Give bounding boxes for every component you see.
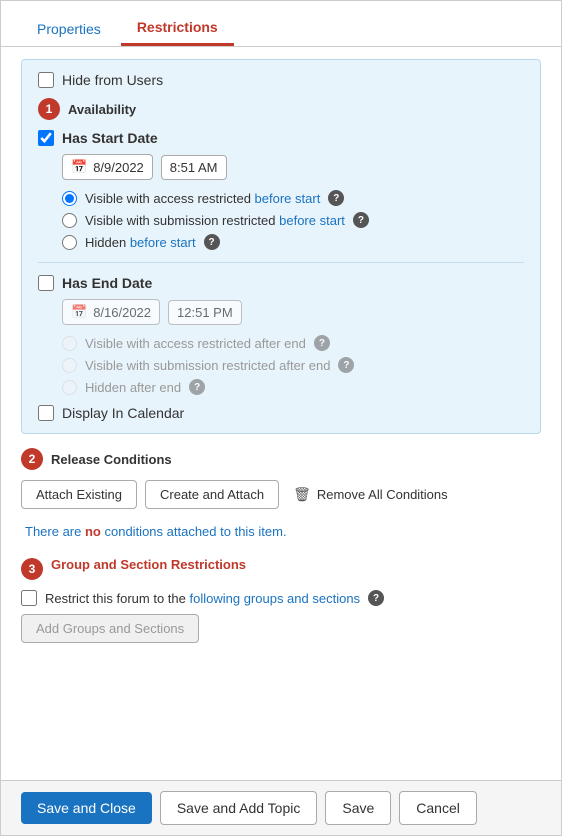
availability-title: Availability bbox=[68, 102, 136, 117]
has-end-date-row: Has End Date bbox=[38, 275, 524, 291]
conditions-message: There are no conditions attached to this… bbox=[21, 519, 541, 543]
create-and-attach-button[interactable]: Create and Attach bbox=[145, 480, 279, 509]
availability-section-header: 1 Availability bbox=[38, 98, 524, 120]
start-option-1-link: before start bbox=[255, 191, 321, 206]
release-conditions-section: 2 Release Conditions Attach Existing Cre… bbox=[21, 448, 541, 543]
end-option-1-link: after end bbox=[255, 336, 306, 351]
end-option-3-row: Hidden after end ? bbox=[62, 379, 524, 395]
tabs-bar: Properties Restrictions bbox=[1, 1, 561, 47]
start-option-1-label: Visible with access restricted before st… bbox=[85, 191, 320, 206]
start-option-3-row: Hidden before start ? bbox=[62, 234, 524, 250]
section-badge-1: 1 bbox=[38, 98, 60, 120]
group-section-title: Group and Section Restrictions bbox=[51, 557, 246, 572]
release-conditions-header: 2 Release Conditions bbox=[21, 448, 541, 470]
has-start-date-row: Has Start Date bbox=[38, 130, 524, 146]
end-date-input[interactable]: 📅 8/16/2022 bbox=[62, 299, 160, 325]
start-option-2-radio[interactable] bbox=[62, 213, 77, 228]
footer-bar: Save and Close Save and Add Topic Save C… bbox=[1, 780, 561, 835]
section-badge-2: 2 bbox=[21, 448, 43, 470]
restrict-row: Restrict this forum to the following gro… bbox=[21, 590, 541, 606]
start-option-1-row: Visible with access restricted before st… bbox=[62, 190, 524, 206]
group-section-restrictions: 3 Group and Section Restrictions Restric… bbox=[21, 557, 541, 643]
availability-block: Hide from Users 1 Availability Has Start… bbox=[21, 59, 541, 434]
end-option-1-help-icon[interactable]: ? bbox=[314, 335, 330, 351]
has-end-date-checkbox[interactable] bbox=[38, 275, 54, 291]
has-end-date-label: Has End Date bbox=[62, 275, 152, 291]
has-start-date-label: Has Start Date bbox=[62, 130, 158, 146]
conditions-message-text: There are no conditions attached to this… bbox=[25, 524, 287, 539]
tab-properties[interactable]: Properties bbox=[21, 11, 117, 46]
restrict-forum-help-icon[interactable]: ? bbox=[368, 590, 384, 606]
save-and-add-topic-button[interactable]: Save and Add Topic bbox=[160, 791, 318, 825]
end-option-3-help-icon[interactable]: ? bbox=[189, 379, 205, 395]
restrict-forum-label: Restrict this forum to the following gro… bbox=[45, 591, 360, 606]
end-option-1-label: Visible with access restricted after end bbox=[85, 336, 306, 351]
has-start-date-checkbox[interactable] bbox=[38, 130, 54, 146]
end-option-3-label: Hidden after end bbox=[85, 380, 181, 395]
start-option-2-help-icon[interactable]: ? bbox=[353, 212, 369, 228]
start-date-value: 8/9/2022 bbox=[93, 160, 144, 175]
end-date-row: 📅 8/16/2022 12:51 PM bbox=[62, 299, 524, 325]
start-end-divider bbox=[38, 262, 524, 263]
release-conditions-title: Release Conditions bbox=[51, 452, 172, 467]
group-section-header: 3 Group and Section Restrictions bbox=[21, 557, 541, 580]
end-time-input[interactable]: 12:51 PM bbox=[168, 300, 242, 325]
start-option-2-row: Visible with submission restricted befor… bbox=[62, 212, 524, 228]
remove-all-conditions-button[interactable]: 🗑 Remove All Conditions bbox=[287, 482, 454, 507]
hide-from-users-row: Hide from Users bbox=[38, 72, 524, 88]
end-option-3-radio[interactable] bbox=[62, 380, 77, 395]
end-option-1-radio[interactable] bbox=[62, 336, 77, 351]
calendar-icon-end: 📅 bbox=[71, 304, 87, 320]
remove-all-label: Remove All Conditions bbox=[317, 487, 448, 502]
start-option-1-help-icon[interactable]: ? bbox=[328, 190, 344, 206]
end-option-1-row: Visible with access restricted after end… bbox=[62, 335, 524, 351]
cancel-button[interactable]: Cancel bbox=[399, 791, 477, 825]
display-in-calendar-label: Display In Calendar bbox=[62, 405, 184, 421]
save-button[interactable]: Save bbox=[325, 791, 391, 825]
attach-existing-button[interactable]: Attach Existing bbox=[21, 480, 137, 509]
main-content: Hide from Users 1 Availability Has Start… bbox=[1, 47, 561, 780]
end-option-3-link: after end bbox=[130, 380, 181, 395]
save-and-close-button[interactable]: Save and Close bbox=[21, 792, 152, 824]
end-time-value: 12:51 PM bbox=[177, 305, 233, 320]
end-date-value: 8/16/2022 bbox=[93, 305, 151, 320]
start-option-2-label: Visible with submission restricted befor… bbox=[85, 213, 345, 228]
restrict-forum-link: following groups and sections bbox=[190, 591, 361, 606]
add-groups-button[interactable]: Add Groups and Sections bbox=[21, 614, 199, 643]
start-date-row: 📅 8/9/2022 8:51 AM bbox=[62, 154, 524, 180]
calendar-icon-start: 📅 bbox=[71, 159, 87, 175]
start-option-3-link: before start bbox=[130, 235, 196, 250]
start-option-3-help-icon[interactable]: ? bbox=[204, 234, 220, 250]
no-text: no bbox=[85, 524, 101, 539]
hide-from-users-label: Hide from Users bbox=[62, 72, 163, 88]
start-option-3-radio[interactable] bbox=[62, 235, 77, 250]
trash-icon: 🗑 bbox=[293, 486, 311, 503]
tab-restrictions[interactable]: Restrictions bbox=[121, 11, 234, 46]
hide-from-users-checkbox[interactable] bbox=[38, 72, 54, 88]
end-option-2-radio[interactable] bbox=[62, 358, 77, 373]
release-conditions-buttons: Attach Existing Create and Attach 🗑 Remo… bbox=[21, 480, 541, 509]
page-wrapper: Properties Restrictions Hide from Users … bbox=[0, 0, 562, 836]
restrict-forum-checkbox[interactable] bbox=[21, 590, 37, 606]
section-badge-3: 3 bbox=[21, 558, 43, 580]
end-option-2-link: after end bbox=[279, 358, 330, 373]
start-option-1-radio[interactable] bbox=[62, 191, 77, 206]
display-in-calendar-row: Display In Calendar bbox=[38, 405, 524, 421]
start-time-input[interactable]: 8:51 AM bbox=[161, 155, 227, 180]
end-option-2-label: Visible with submission restricted after… bbox=[85, 358, 330, 373]
start-time-value: 8:51 AM bbox=[170, 160, 218, 175]
display-in-calendar-checkbox[interactable] bbox=[38, 405, 54, 421]
end-option-2-help-icon[interactable]: ? bbox=[338, 357, 354, 373]
start-option-3-label: Hidden before start bbox=[85, 235, 196, 250]
start-option-2-link: before start bbox=[279, 213, 345, 228]
end-option-2-row: Visible with submission restricted after… bbox=[62, 357, 524, 373]
start-date-input[interactable]: 📅 8/9/2022 bbox=[62, 154, 153, 180]
